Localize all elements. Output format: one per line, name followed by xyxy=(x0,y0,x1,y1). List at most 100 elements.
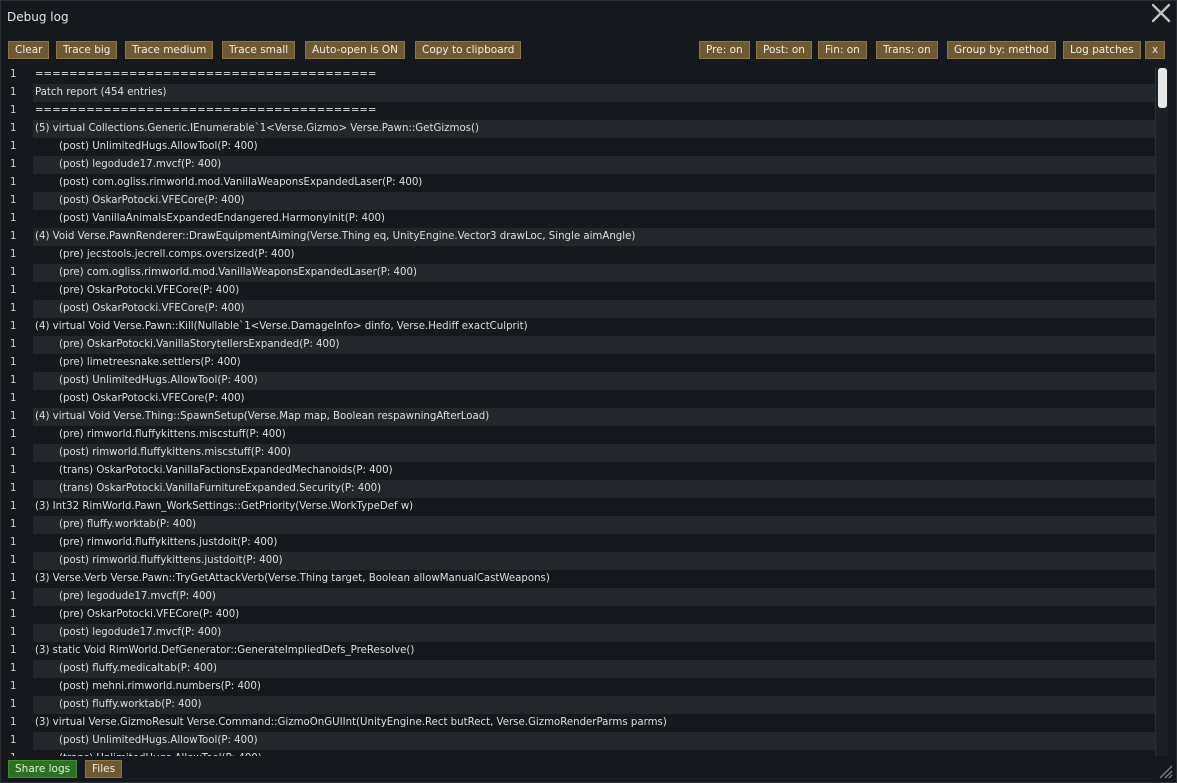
group-by-button[interactable]: Group by: method xyxy=(947,41,1056,59)
log-row-text: (post) mehni.rimworld.numbers(P: 400) xyxy=(59,681,261,692)
log-row-text: (pre) rimworld.fluffykittens.miscstuff(P… xyxy=(59,429,286,440)
scrollbar[interactable] xyxy=(1155,67,1168,756)
log-row-text: (post) rimworld.fluffykittens.miscstuff(… xyxy=(33,444,1155,462)
log-row[interactable]: 1 =======================================… xyxy=(7,102,1155,120)
trace-small-button[interactable]: Trace small xyxy=(222,41,296,59)
log-row-count: 1 xyxy=(10,681,17,692)
log-row[interactable]: 1 (pre) limetreesnake.settlers(P: 400) xyxy=(7,354,1155,372)
files-button[interactable]: Files xyxy=(85,760,123,778)
log-row[interactable]: 1 (3) static Void RimWorld.DefGenerator::… xyxy=(7,642,1155,660)
log-row-text: (trans) OskarPotocki.VanillaFurnitureExp… xyxy=(33,480,1155,498)
log-row[interactable]: 1 (pre) legodude17.mvcf(P: 400) xyxy=(7,588,1155,606)
trace-big-button[interactable]: Trace big xyxy=(56,41,118,59)
log-row-text: (post) rimworld.fluffykittens.justdoit(P… xyxy=(33,552,1155,570)
fin-toggle-button[interactable]: Fin: on xyxy=(818,41,867,59)
log-row[interactable]: 1 (post) VanillaAnimalsExpandedEndangered… xyxy=(7,210,1155,228)
log-row-text: (post) VanillaAnimalsExpandedEndangered.… xyxy=(59,213,385,224)
log-row-count: 1 xyxy=(10,411,17,422)
auto-open-button[interactable]: Auto-open is ON xyxy=(305,41,405,59)
clear-button[interactable]: Clear xyxy=(8,41,50,59)
log-row[interactable]: 1 (pre) jecstools.jecrell.comps.oversized… xyxy=(7,246,1155,264)
log-row[interactable]: 1 (pre) com.ogliss.rimworld.mod.VanillaWe… xyxy=(7,264,1155,282)
log-row-text: (5) virtual Collections.Generic.IEnumera… xyxy=(33,120,1155,138)
log-row-count: 1 xyxy=(10,501,17,512)
log-row[interactable]: 1 (post) OskarPotocki.VFECore(P: 400) xyxy=(7,390,1155,408)
log-row-count: 1 xyxy=(10,735,17,746)
log-row[interactable]: 1 (post) UnlimitedHugs.AllowTool(P: 400) xyxy=(7,372,1155,390)
log-row-text: ======================================== xyxy=(35,105,377,116)
log-row[interactable]: 1 (post) com.ogliss.rimworld.mod.VanillaW… xyxy=(7,174,1155,192)
log-row-text: (pre) limetreesnake.settlers(P: 400) xyxy=(59,357,241,368)
log-row-count: 1 xyxy=(10,627,17,638)
log-row[interactable]: 1 (pre) fluffy.worktab(P: 400) xyxy=(7,516,1155,534)
log-row-text: (post) legodude17.mvcf(P: 400) xyxy=(33,624,1155,642)
log-row-count: 1 xyxy=(10,447,17,458)
log-patches-button[interactable]: Log patches xyxy=(1063,41,1141,59)
log-row[interactable]: 1 (post) OskarPotocki.VFECore(P: 400) xyxy=(7,192,1155,210)
log-row-count: 1 xyxy=(10,267,17,278)
log-row-count: 1 xyxy=(10,429,17,440)
log-row-count: 1 xyxy=(10,393,17,404)
log-row[interactable]: 1 (post) UnlimitedHugs.AllowTool(P: 400) xyxy=(7,138,1155,156)
log-row-count: 1 xyxy=(10,663,17,674)
log-row[interactable]: 1 (post) OskarPotocki.VFECore(P: 400) xyxy=(7,300,1155,318)
log-row-count: 1 xyxy=(10,357,17,368)
share-logs-button[interactable]: Share logs xyxy=(8,760,78,778)
log-row-text: Patch report (454 entries) xyxy=(33,84,1155,102)
log-row[interactable]: 1 Patch report (454 entries) xyxy=(7,84,1155,102)
log-row-count: 1 xyxy=(10,105,17,116)
pre-toggle-button[interactable]: Pre: on xyxy=(699,41,750,59)
log-row[interactable]: 1 (5) virtual Collections.Generic.IEnumer… xyxy=(7,120,1155,138)
close-icon[interactable] xyxy=(1150,2,1172,24)
log-row-count: 1 xyxy=(10,717,17,728)
log-row-count: 1 xyxy=(10,141,17,152)
log-list[interactable]: 1 =======================================… xyxy=(7,66,1155,756)
log-row[interactable]: 1 (pre) rimworld.fluffykittens.justdoit(P… xyxy=(7,534,1155,552)
log-row[interactable]: 1 (pre) OskarPotocki.VFECore(P: 400) xyxy=(7,282,1155,300)
close-panel-button[interactable]: x xyxy=(1145,41,1166,59)
log-row-count: 1 xyxy=(10,573,17,584)
log-row[interactable]: 1 (4) virtual Void Verse.Thing::SpawnSetu… xyxy=(7,408,1155,426)
log-row[interactable]: 1 (post) fluffy.medicaltab(P: 400) xyxy=(7,660,1155,678)
log-row[interactable]: 1 (post) fluffy.worktab(P: 400) xyxy=(7,696,1155,714)
post-toggle-button[interactable]: Post: on xyxy=(756,41,812,59)
log-row-count: 1 xyxy=(10,195,17,206)
log-row[interactable]: 1 (3) Int32 RimWorld.Pawn_WorkSettings::G… xyxy=(7,498,1155,516)
trace-medium-button[interactable]: Trace medium xyxy=(125,41,214,59)
log-row-text: (post) OskarPotocki.VFECore(P: 400) xyxy=(59,393,245,404)
log-row[interactable]: 1 (pre) rimworld.fluffykittens.miscstuff(… xyxy=(7,426,1155,444)
copy-to-clipboard-button[interactable]: Copy to clipboard xyxy=(415,41,522,59)
log-row[interactable]: 1 (4) Void Verse.PawnRenderer::DrawEquipm… xyxy=(7,228,1155,246)
log-row[interactable]: 1 (pre) OskarPotocki.VanillaStorytellersE… xyxy=(7,336,1155,354)
log-row[interactable]: 1 (post) legodude17.mvcf(P: 400) xyxy=(7,624,1155,642)
log-row[interactable]: 1 (pre) OskarPotocki.VFECore(P: 400) xyxy=(7,606,1155,624)
log-row-text: (pre) rimworld.fluffykittens.justdoit(P:… xyxy=(59,537,278,548)
log-row[interactable]: 1 (3) Verse.Verb Verse.Pawn::TryGetAttack… xyxy=(7,570,1155,588)
log-row-text: (pre) fluffy.worktab(P: 400) xyxy=(33,516,1155,534)
log-row-count: 1 xyxy=(10,555,17,566)
log-row[interactable]: 1 =======================================… xyxy=(7,66,1155,84)
log-row[interactable]: 1(trans) UnlimitedHugs.AllowTool(P: 400) xyxy=(7,750,1155,756)
log-row-text: (4) virtual Void Verse.Pawn::Kill(Nullab… xyxy=(35,321,528,332)
log-row[interactable]: 1 (post) legodude17.mvcf(P: 400) xyxy=(7,156,1155,174)
resize-grip-icon[interactable] xyxy=(1157,763,1173,779)
log-row-text: (pre) com.ogliss.rimworld.mod.VanillaWea… xyxy=(33,264,1155,282)
log-row[interactable]: 1 (post) rimworld.fluffykittens.miscstuff… xyxy=(7,444,1155,462)
log-row[interactable]: 1 (post) UnlimitedHugs.AllowTool(P: 400) xyxy=(7,732,1155,750)
log-row-text: (4) Void Verse.PawnRenderer::DrawEquipme… xyxy=(33,228,1155,246)
log-row-count: 1 xyxy=(10,537,17,548)
log-row-text: (trans) UnlimitedHugs.AllowTool(P: 400) xyxy=(33,750,1155,756)
log-row[interactable]: 1 (3) virtual Verse.GizmoResult Verse.Com… xyxy=(7,714,1155,732)
log-row-text: (post) UnlimitedHugs.AllowTool(P: 400) xyxy=(59,141,258,152)
log-row[interactable]: 1 (post) rimworld.fluffykittens.justdoit(… xyxy=(7,552,1155,570)
log-row[interactable]: 1 (trans) OskarPotocki.VanillaFurnitureEx… xyxy=(7,480,1155,498)
log-row-text: (post) fluffy.medicaltab(P: 400) xyxy=(33,660,1155,678)
log-row-count: 1 xyxy=(10,645,17,656)
log-row-count: 1 xyxy=(10,87,17,98)
log-row[interactable]: 1 (post) mehni.rimworld.numbers(P: 400) xyxy=(7,678,1155,696)
trans-toggle-button[interactable]: Trans: on xyxy=(876,41,938,59)
log-row-count: 1 xyxy=(10,483,17,494)
log-row[interactable]: 1 (4) virtual Void Verse.Pawn::Kill(Nulla… xyxy=(7,318,1155,336)
scrollbar-thumb[interactable] xyxy=(1158,68,1167,108)
log-row[interactable]: 1 (trans) OskarPotocki.VanillaFactionsExp… xyxy=(7,462,1155,480)
